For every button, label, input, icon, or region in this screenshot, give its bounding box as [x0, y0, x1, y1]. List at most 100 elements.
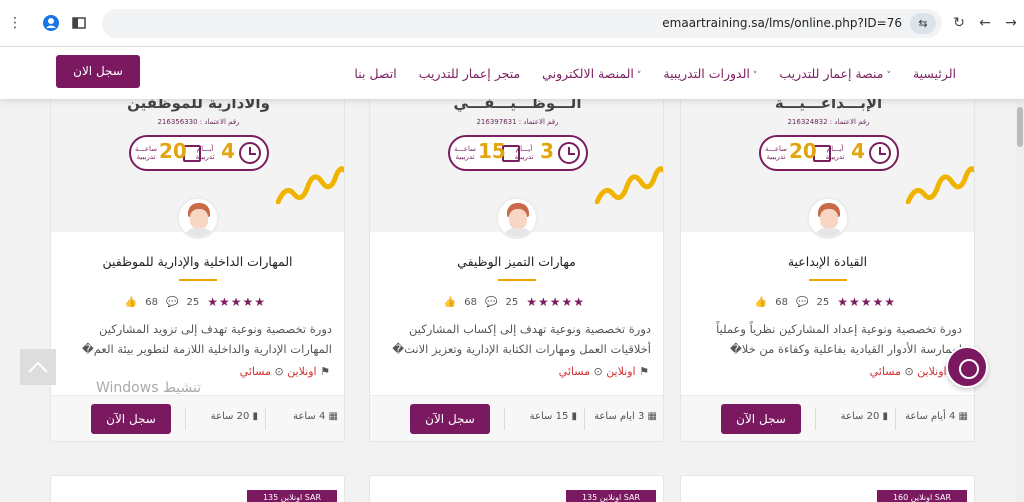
- price-badge: اونلاين 160 SAR: [877, 490, 967, 502]
- back-icon[interactable]: ←: [976, 12, 994, 34]
- hours-label: ساعـــة تدريبية: [764, 145, 788, 161]
- clock-icon: [869, 142, 891, 164]
- divider: [185, 408, 186, 430]
- star-rating: ★★★★★: [837, 295, 896, 309]
- thumbs-up-icon: 👍: [443, 296, 457, 308]
- nav-link-label: متجر إعمار للتدريب: [418, 65, 521, 81]
- comments-count: 25: [186, 296, 200, 308]
- sidebar-icon[interactable]: [70, 12, 88, 34]
- register-button[interactable]: سجل الآن: [91, 404, 171, 434]
- thumbs-up-icon: 👍: [754, 296, 768, 308]
- image-title: الـــوظـــيـــفـــي: [453, 99, 582, 112]
- hours-number: 15: [478, 139, 506, 163]
- address-bar[interactable]: emaartraining.sa/lms/online.php?ID=76 ⇆: [102, 9, 942, 38]
- divider: [815, 408, 816, 430]
- calendar-small-icon: ▦: [325, 411, 338, 422]
- image-license: رقم الاعتماد : 216324832: [787, 118, 870, 126]
- whatsapp-icon[interactable]: [946, 346, 988, 388]
- course-card[interactable]: الـــوظـــيـــفـــي رقم الاعتماد : 21639…: [369, 99, 664, 442]
- nav-links: الرئيسية منصة إعمار للتدريب ˅ الدورات التدر…: [354, 47, 956, 99]
- tune-icon[interactable]: ⇆: [910, 13, 936, 34]
- likes-count: 68: [145, 296, 159, 308]
- nav-link[interactable]: الدورات التدريبية ˅: [663, 66, 757, 81]
- divider: [504, 408, 505, 430]
- hours-number: 20: [159, 139, 187, 163]
- nav-link[interactable]: منصة إعمار للتدريب ˅: [779, 66, 891, 81]
- days-number: 3: [540, 139, 554, 163]
- thumbs-up-icon: 👍: [124, 296, 138, 308]
- hours-info: ▮ 20 ساعة: [841, 411, 888, 422]
- hours-label: ساعـــة تدريبية: [134, 145, 158, 161]
- profile-icon[interactable]: [40, 12, 62, 34]
- title-underline: [498, 279, 536, 281]
- price-badge: اونلاين 135 SAR: [247, 490, 337, 502]
- register-button[interactable]: سجل الآن: [721, 404, 801, 434]
- duration-pill: 4 أيـــام تدريبية 20 ساعـــة تدريبية: [129, 135, 269, 171]
- register-button[interactable]: سجل الآن: [410, 404, 490, 434]
- nav-link-label: اتصل بنا: [354, 65, 397, 81]
- back-to-top-button[interactable]: [20, 349, 56, 385]
- course-title[interactable]: المهارات الداخلية والإدارية للموظفين: [51, 254, 344, 269]
- register-now-button[interactable]: سجل الان: [56, 55, 140, 88]
- nav-link-label: منصة إعمار للتدريب: [779, 65, 884, 81]
- location-online: اونلاين: [606, 365, 636, 378]
- course-meta: 👍 68 💬 25 ★★★★★: [755, 295, 896, 309]
- price-badge: اونلاين 135 SAR: [566, 490, 656, 502]
- hours-info: ▮ 15 ساعة: [530, 411, 577, 422]
- clock-icon: [239, 142, 261, 164]
- chevron-down-icon: ˅: [886, 70, 891, 81]
- site-navbar: الرئيسية منصة إعمار للتدريب ˅ الدورات التدر…: [0, 47, 1024, 99]
- card-footer: سجل الآن ▮ 20 ساعة ▦ 4 أيام ساعة: [681, 395, 974, 441]
- comments-count: 25: [816, 296, 830, 308]
- menu-dots-icon[interactable]: ⋮: [8, 12, 22, 34]
- days-info: ▦ 4 ساعة: [293, 411, 338, 422]
- nav-link-label: الدورات التدريبية: [663, 65, 750, 81]
- hours-label: ساعـــة تدريبية: [453, 145, 477, 161]
- course-card[interactable]: اونلاين 160 SAR: [680, 475, 975, 502]
- course-card[interactable]: الإبـــداعـــيـــة رقم الاعتماد : 216324…: [680, 99, 975, 442]
- days-info-text: 3 ايام ساعة: [594, 411, 645, 422]
- course-description: دورة تخصصية ونوعية إعداد المشاركين نظريا…: [716, 322, 962, 356]
- nav-link[interactable]: متجر إعمار للتدريب: [419, 66, 520, 81]
- clock-icon: [558, 142, 580, 164]
- hours-info-text: 20 ساعة: [210, 411, 250, 422]
- instructor-avatar: [496, 197, 538, 239]
- hours-number: 20: [789, 139, 817, 163]
- star-rating: ★★★★★: [526, 295, 585, 309]
- course-description: دورة تخصصية ونوعية تهدف إلى تزويد المشار…: [81, 322, 332, 356]
- nav-link[interactable]: الرئيسية: [913, 66, 956, 81]
- course-title[interactable]: مهارات التميز الوظيفي: [370, 254, 663, 269]
- course-title[interactable]: القيادة الإبداعية: [681, 254, 974, 269]
- course-grid: الإبـــداعـــيـــة رقم الاعتماد : 216324…: [0, 99, 1024, 502]
- flag-icon: ⚑: [639, 365, 649, 378]
- nav-link[interactable]: اتصل بنا: [354, 66, 396, 81]
- image-title: والادارية للموظفين: [127, 99, 270, 112]
- hours-info: ▮ 20 ساعة: [211, 411, 258, 422]
- hours-info-text: 15 ساعة: [529, 411, 569, 422]
- book-icon: ▮: [879, 411, 888, 422]
- course-card[interactable]: اونلاين 135 SAR: [369, 475, 664, 502]
- course-card[interactable]: اونلاين 135 SAR: [50, 475, 345, 502]
- days-info: ▦ 3 ايام ساعة: [594, 411, 657, 422]
- location-time: مسائي: [558, 365, 590, 378]
- comment-icon: 💬: [796, 296, 809, 308]
- instructor-avatar: [177, 197, 219, 239]
- days-info-text: 4 أيام ساعة: [905, 411, 956, 422]
- nav-link-label: الرئيسية: [912, 65, 956, 81]
- days-info-text: 4 ساعة: [293, 411, 326, 422]
- book-icon: ▮: [249, 411, 258, 422]
- divider: [584, 408, 585, 430]
- location-online: اونلاين: [287, 365, 317, 378]
- forward-icon[interactable]: →: [1002, 12, 1020, 34]
- divider: [895, 408, 896, 430]
- reload-icon[interactable]: ↻: [950, 12, 968, 34]
- days-number: 4: [221, 139, 235, 163]
- location-online: اونلاين: [917, 365, 947, 378]
- course-location: ⚑ اونلاين ⊙ مسائي: [559, 365, 649, 378]
- likes-count: 68: [464, 296, 478, 308]
- nav-link-label: المنصة الالكتروني: [542, 65, 634, 81]
- course-location: ⚑ اونلاين ⊙ مسائي: [240, 365, 330, 378]
- nav-link[interactable]: المنصة الالكتروني ˅: [542, 66, 641, 81]
- days-info: ▦ 4 أيام ساعة: [905, 411, 968, 422]
- title-underline: [179, 279, 217, 281]
